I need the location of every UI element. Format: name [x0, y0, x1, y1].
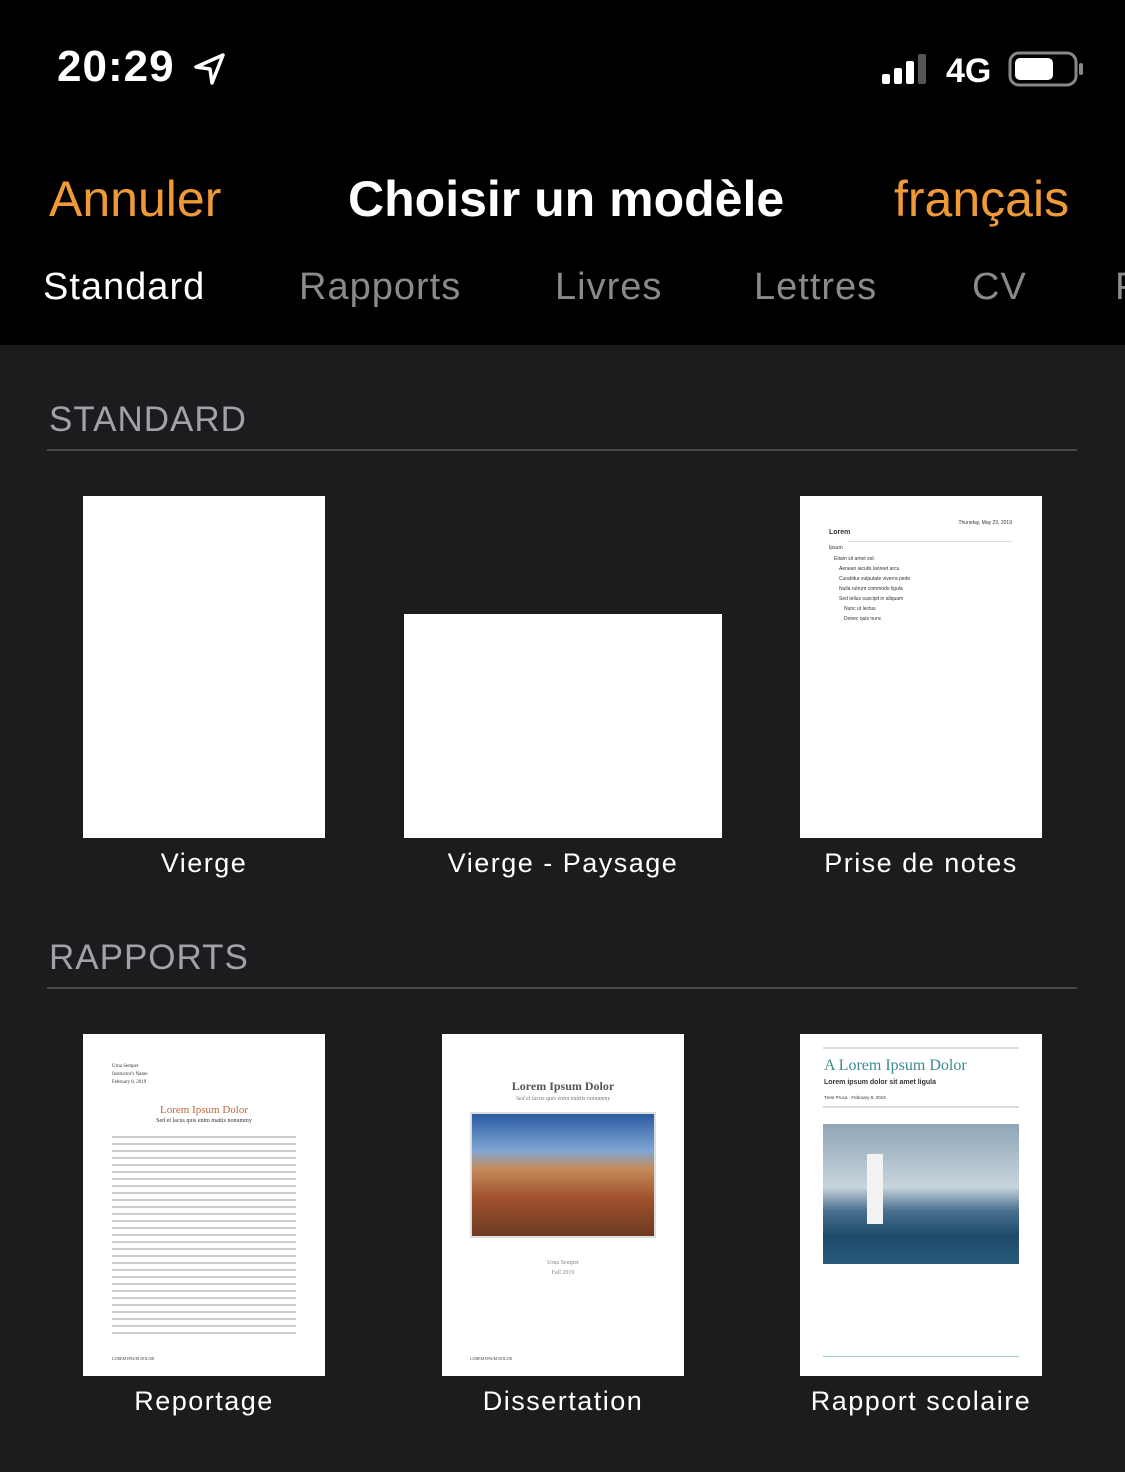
preview-item: Aenean iaculis laoreet arcu [839, 566, 900, 572]
preview-meta: Instructor's Name [112, 1072, 148, 1077]
preview-date: Thursday, May 23, 2019 [958, 520, 1012, 526]
template-label: Prise de notes [824, 848, 1018, 878]
template-vierge[interactable] [83, 496, 325, 838]
section-title-standard: STANDARD [49, 400, 247, 439]
cancel-button[interactable]: Annuler [49, 170, 221, 228]
preview-meta: Urna Semper [112, 1064, 139, 1069]
preview-item: Etiam sit amet est [834, 556, 874, 562]
lighthouse-icon [867, 1154, 883, 1224]
template-prise-de-notes[interactable]: Thursday, May 23, 2019 Lorem Ipsum Etiam… [800, 496, 1042, 838]
preview-title: Lorem Ipsum Dolor [160, 1104, 248, 1116]
preview-footer: LOREM IPSUM DOLOR [112, 1356, 155, 1361]
preview-byline: Trent Pruca - February 8, 2019 [824, 1095, 886, 1100]
preview-body [112, 1136, 296, 1339]
tab-rapports[interactable]: Rapports [299, 266, 461, 309]
tab-standard[interactable]: Standard [43, 266, 205, 309]
divider [47, 449, 1077, 451]
preview-sub: Ipsum [829, 545, 843, 551]
preview-title: A Lorem Ipsum Dolor [824, 1057, 967, 1074]
page-title: Choisir un modèle [348, 171, 785, 227]
preview-item: Sed tellus suscipit in aliquam [839, 596, 904, 602]
preview-item: Curabitur vulputate viverra pede [839, 576, 911, 582]
preview-footer: LOREM IPSUM DOLOR [470, 1356, 513, 1361]
preview-subtitle: Sed et lacus quis enim mattis nonummy [156, 1118, 252, 1124]
network-label: 4G [946, 52, 992, 90]
status-time: 20:29 [57, 42, 175, 91]
preview-heading: Lorem [829, 529, 851, 536]
template-vierge-paysage[interactable] [404, 614, 722, 838]
template-dissertation[interactable]: Lorem Ipsum Dolor Sed et lacus quis enim… [442, 1034, 684, 1376]
preview-date: Fall 2019 [551, 1270, 575, 1276]
preview-subtitle: Sed et lacus quis enim mattis nonummy [515, 1096, 611, 1102]
lighthouse-image [823, 1124, 1019, 1264]
template-label: Dissertation [482, 1386, 644, 1416]
language-button[interactable]: français [894, 170, 1069, 228]
tab-livres[interactable]: Livres [555, 266, 662, 309]
template-label: Reportage [134, 1386, 274, 1416]
template-label: Vierge - Paysage [447, 848, 679, 878]
preview-item: Donec quis nunc [844, 616, 882, 622]
preview-subtitle: Lorem ipsum dolor sit amet ligula [824, 1079, 937, 1086]
template-reportage[interactable]: Urna Semper Instructor's Name February 8… [83, 1034, 325, 1376]
tab-lettres[interactable]: Lettres [754, 266, 877, 309]
section-title-rapports: RAPPORTS [49, 938, 249, 977]
battery-icon [1008, 51, 1083, 87]
preview-meta: February 8, 2019 [112, 1080, 147, 1085]
preview-title: Lorem Ipsum Dolor [511, 1079, 615, 1093]
preview-item: Nulla rutrum commodo ligula [839, 586, 903, 592]
preview-item: Nunc ut lectus [844, 606, 876, 612]
preview-author: Urna Semper [547, 1260, 579, 1266]
tab-more[interactable]: P [1115, 266, 1125, 309]
tab-cv[interactable]: CV [972, 266, 1027, 309]
divider [47, 987, 1077, 989]
template-rapport-scolaire[interactable]: A Lorem Ipsum Dolor Lorem ipsum dolor si… [800, 1034, 1042, 1376]
location-arrow-icon [194, 53, 225, 85]
canyon-image [470, 1112, 656, 1238]
template-label: Vierge [160, 848, 248, 878]
template-label: Rapport scolaire [810, 1386, 1032, 1416]
signal-icon [882, 54, 926, 84]
